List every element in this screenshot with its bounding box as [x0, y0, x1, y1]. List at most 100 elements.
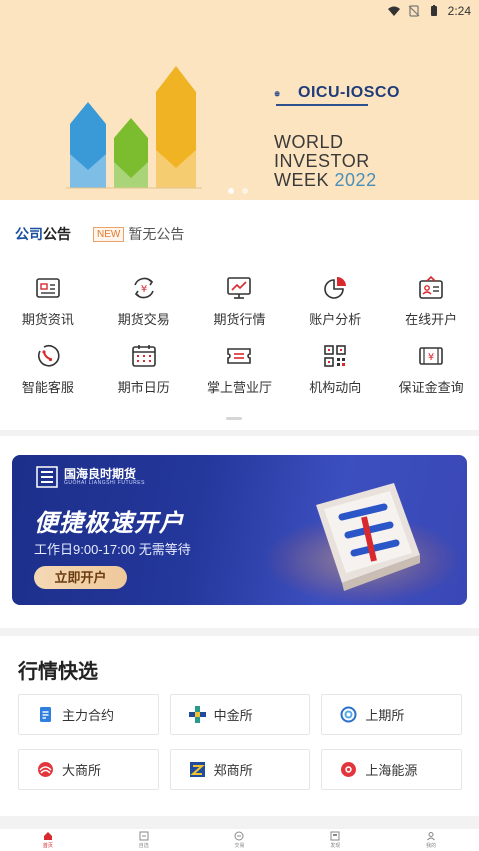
open-account-button[interactable]: 立即开户: [34, 566, 127, 589]
carousel-dot-2[interactable]: [242, 188, 248, 194]
cffex-logo-icon: [188, 706, 206, 723]
tab-watchlist[interactable]: 自选: [96, 829, 192, 851]
id-card-icon: [419, 275, 443, 299]
headset-icon: [37, 344, 60, 367]
quote-main-contract[interactable]: 主力合约: [18, 694, 159, 735]
oicu-logo-icon: [274, 91, 280, 97]
status-bar: 2:24: [0, 0, 479, 22]
quote-cffex[interactable]: 中金所: [169, 694, 311, 735]
quotes-row-1: 主力合约 中金所 上期所: [18, 694, 463, 735]
tab-home[interactable]: 首页: [0, 829, 96, 851]
brand-logo-icon: [36, 466, 58, 488]
quotes-row-2: 大商所 郑商所 上海能源: [18, 749, 463, 790]
event-year: 2022: [334, 170, 377, 190]
quotes-grid: 主力合约 中金所 上期所 大商所 郑商所 上海能源: [18, 694, 463, 804]
feature-margin-query[interactable]: ¥ 保证金查询: [383, 343, 479, 411]
org-logo-text: OICU-IOSCO: [298, 84, 400, 101]
promo-subline: 工作日9:00-17:00 无需等待: [34, 542, 191, 557]
discover-icon: [330, 831, 340, 841]
dce-logo-icon: [38, 762, 53, 777]
feature-label: 掌上营业厅: [206, 380, 272, 395]
feature-market-calendar[interactable]: 期市日历: [96, 343, 192, 411]
news-card-icon: [36, 278, 60, 298]
wifi-icon: [387, 6, 400, 16]
brand-name-en: GUOHAI LIANGSHI FUTURES: [64, 480, 145, 486]
no-sim-icon: [408, 5, 420, 17]
feature-row-1: 期货资讯 ¥ 期货交易 期货行情 账户分析 在线开户: [0, 275, 479, 343]
chart-monitor-icon: [227, 277, 252, 299]
notice-text: 暂无公告: [128, 226, 185, 242]
ticket-icon: [227, 348, 252, 364]
feature-online-account[interactable]: 在线开户: [383, 275, 479, 343]
org-logo-underline: [276, 104, 368, 106]
notice-title-part1: 公司: [15, 226, 43, 242]
feature-account-analysis[interactable]: 账户分析: [287, 275, 383, 343]
bottom-tab-bar: 首页 自选 交易 发现 我的: [0, 829, 479, 851]
notice-title-part2: 公告: [43, 226, 71, 242]
event-line-2: INVESTOR: [274, 151, 370, 171]
czce-logo-icon: [189, 762, 205, 777]
grid-page-handle: [226, 417, 242, 420]
feature-institution-trends[interactable]: 机构动向: [287, 343, 383, 411]
quote-label: 中金所: [213, 708, 253, 723]
promo-banner[interactable]: 国海良时期货 GUOHAI LIANGSHI FUTURES 便捷极速开户 工作…: [12, 455, 467, 605]
yuan-exchange-icon: ¥: [133, 277, 154, 299]
feature-label: 期货交易: [117, 312, 170, 327]
carousel-indicator[interactable]: [228, 188, 248, 194]
quote-shfe[interactable]: 上期所: [321, 694, 463, 735]
event-line-1: WORLD: [274, 132, 344, 152]
pencils-illustration: [66, 66, 202, 189]
quote-czce[interactable]: 郑商所: [169, 749, 311, 790]
feature-label: 期货资讯: [21, 312, 74, 327]
feature-label: 期市日历: [117, 380, 170, 395]
tab-trade[interactable]: 交易: [192, 829, 288, 851]
feature-mobile-hall[interactable]: 掌上营业厅: [192, 343, 288, 411]
feature-label: 机构动向: [309, 380, 362, 395]
quote-label: 大商所: [62, 763, 102, 778]
qr-code-icon: [324, 345, 347, 367]
shfe-logo-icon: [340, 706, 357, 723]
battery-icon: [430, 5, 437, 16]
app-root: { "status_bar": { "time": "2:24" }, "ban…: [0, 0, 479, 851]
quote-label: 郑商所: [213, 763, 253, 778]
quote-dce[interactable]: 大商所: [18, 749, 159, 790]
feature-label: 保证金查询: [398, 380, 464, 395]
feature-label: 智能客服: [21, 380, 74, 395]
tab-label: 我的: [426, 843, 437, 849]
home-icon: [43, 832, 52, 840]
quote-ine[interactable]: 上海能源: [321, 749, 463, 790]
feature-futures-quotes[interactable]: 期货行情: [192, 275, 288, 343]
svg-text:¥: ¥: [141, 284, 147, 295]
star-list-icon: [139, 831, 149, 841]
feature-label: 账户分析: [309, 312, 362, 327]
tab-label: 发现: [330, 843, 341, 849]
tab-label: 首页: [42, 843, 53, 849]
feature-label: 期货行情: [213, 312, 266, 327]
document-icon: [40, 707, 51, 722]
quote-label: 上期所: [365, 708, 405, 723]
event-title: WORLD INVESTOR WEEK 2022: [274, 133, 377, 190]
feature-smart-service[interactable]: 智能客服: [0, 343, 96, 411]
user-icon: [427, 832, 435, 841]
promo-headline: 便捷极速开户: [34, 510, 184, 537]
feature-grid: 期货资讯 ¥ 期货交易 期货行情 账户分析 在线开户 智能客服 期市日历 掌上营…: [0, 275, 479, 411]
tab-label: 自选: [138, 843, 149, 849]
tab-label: 交易: [234, 843, 245, 849]
tab-discover[interactable]: 发现: [287, 829, 383, 851]
carousel-dot-1[interactable]: [228, 188, 234, 194]
pie-chart-icon: [324, 277, 347, 299]
new-badge: NEW: [93, 226, 125, 242]
tab-profile[interactable]: 我的: [383, 829, 479, 851]
feature-label: 在线开户: [405, 312, 458, 327]
feature-row-2: 智能客服 期市日历 掌上营业厅 机构动向 ¥ 保证金查询: [0, 343, 479, 411]
hero-banner[interactable]: 2:24 OICU-IOSCO WORLD INVESTOR WEEK 2022: [0, 0, 479, 200]
status-time: 2:24: [447, 4, 471, 18]
company-notice-bar[interactable]: 公司公告 NEW 暂无公告: [15, 224, 184, 244]
money-bill-icon: ¥: [419, 347, 443, 365]
event-week: WEEK: [274, 170, 330, 190]
quote-label: 主力合约: [62, 708, 115, 723]
feature-futures-trade[interactable]: ¥ 期货交易: [96, 275, 192, 343]
trade-icon: [234, 831, 244, 841]
quote-label: 上海能源: [365, 763, 418, 778]
feature-futures-news[interactable]: 期货资讯: [0, 275, 96, 343]
